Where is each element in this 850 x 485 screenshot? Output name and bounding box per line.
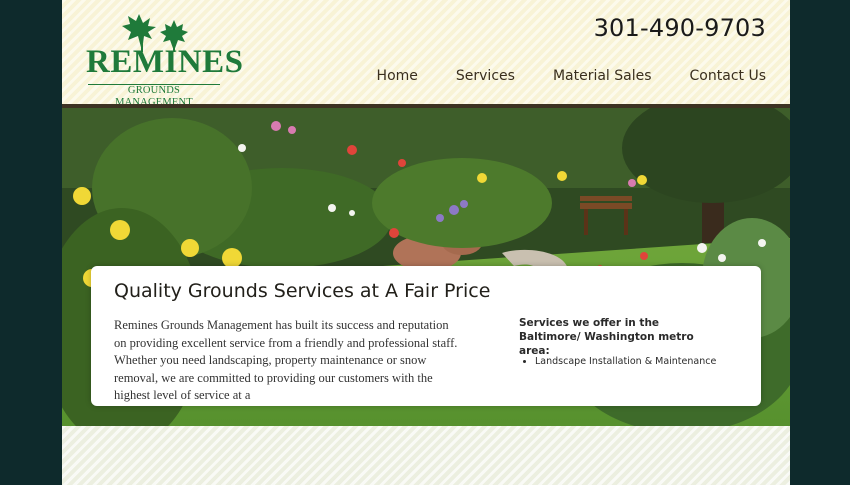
brand-name: REMINES [86, 44, 244, 80]
services-heading: Services we offer in the Baltimore/ Wash… [519, 317, 694, 357]
list-item: Landscape Installation & Maintenance [535, 356, 765, 367]
nav-services[interactable]: Services [456, 68, 515, 84]
logo[interactable]: REMINES GROUNDS MANAGEMENT [86, 14, 244, 110]
content-card: Quality Grounds Services at A Fair Price… [91, 266, 761, 406]
page: REMINES GROUNDS MANAGEMENT 301-490-9703 … [62, 0, 790, 485]
nav-material-sales[interactable]: Material Sales [553, 68, 652, 84]
intro-paragraph: Remines Grounds Management has built its… [114, 318, 458, 403]
nav-contact-us[interactable]: Contact Us [690, 68, 766, 84]
main-nav: Home Services Material Sales Contact Us [377, 68, 766, 84]
services-list: Landscape Installation & Maintenance [519, 356, 765, 367]
phone-number[interactable]: 301-490-9703 [594, 14, 766, 42]
nav-home[interactable]: Home [377, 68, 418, 84]
page-heading: Quality Grounds Services at A Fair Price [114, 280, 491, 302]
hero-bottom-band [62, 426, 790, 485]
site-header: REMINES GROUNDS MANAGEMENT 301-490-9703 … [62, 0, 790, 110]
